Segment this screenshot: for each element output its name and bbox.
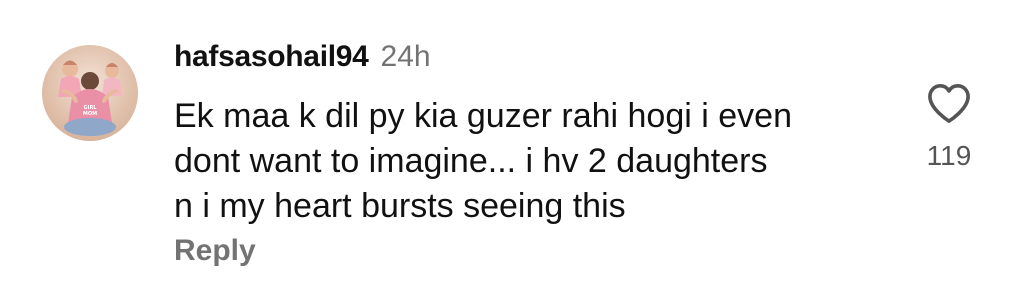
- heart-outline-icon[interactable]: [926, 82, 972, 124]
- like-count: 119: [926, 140, 972, 171]
- comment-text-line: dont want to imagine... i hv 2 daughters: [174, 142, 768, 180]
- comment-text-line: Ek maa k dil py kia guzer rahi hogi i ev…: [174, 97, 792, 135]
- comment-text: Ek maa k dil py kia guzer rahi hogi i ev…: [174, 94, 894, 229]
- avatar-illustration: GIRL MOM: [42, 45, 138, 141]
- avatar[interactable]: GIRL MOM: [42, 45, 138, 141]
- comment-header: hafsasohail94 24h: [174, 40, 431, 80]
- username-link[interactable]: hafsasohail94: [174, 40, 369, 74]
- timestamp: 24h: [380, 40, 431, 73]
- reply-button[interactable]: Reply: [174, 234, 256, 268]
- like-control: 119: [916, 82, 982, 172]
- comment-text-line: n i my heart bursts seeing this: [174, 187, 626, 225]
- svg-text:MOM: MOM: [83, 111, 97, 117]
- comment: GIRL MOM hafsasohail94 24h Ek maa k dil …: [0, 0, 1024, 287]
